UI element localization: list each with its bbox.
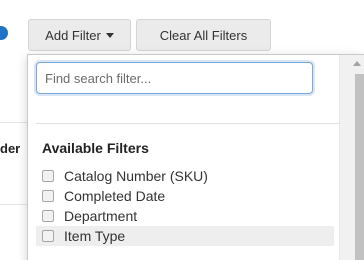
filter-dropdown: Available Filters Catalog Number (SKU) C…	[27, 54, 364, 260]
background-content: der	[0, 0, 30, 260]
filter-option-label: Department	[64, 208, 138, 224]
filter-option-department[interactable]: Department	[36, 206, 334, 226]
filter-option-completed-date[interactable]: Completed Date	[36, 186, 334, 206]
divider	[0, 204, 30, 205]
filter-option-label: Item Type	[64, 228, 126, 244]
add-filter-button[interactable]: Add Filter	[28, 19, 131, 51]
filter-option-item-type[interactable]: Item Type	[36, 226, 334, 246]
caret-down-icon	[105, 32, 114, 38]
filter-option-label: Catalog Number (SKU)	[64, 168, 208, 184]
dropdown-divider	[36, 123, 339, 124]
checkbox[interactable]	[42, 190, 54, 202]
add-filter-label: Add Filter	[45, 27, 101, 43]
info-icon[interactable]	[0, 26, 8, 40]
clear-all-filters-button[interactable]: Clear All Filters	[136, 19, 271, 51]
scrollbar-thumb[interactable]	[355, 74, 364, 260]
filter-option-catalog-number[interactable]: Catalog Number (SKU)	[36, 166, 334, 186]
checkbox[interactable]	[42, 210, 54, 222]
column-header-partial: der	[0, 141, 21, 156]
divider	[0, 122, 30, 123]
filter-list: Catalog Number (SKU) Completed Date Depa…	[36, 166, 334, 246]
clear-all-filters-label: Clear All Filters	[159, 27, 248, 43]
filter-panel-area: der Add Filter Clear All Filters Availab…	[0, 0, 364, 260]
filter-search-input[interactable]	[36, 62, 313, 94]
filter-option-label: Completed Date	[64, 188, 166, 204]
available-filters-heading: Available Filters	[42, 140, 149, 156]
dropdown-scrollbar[interactable]	[339, 55, 364, 260]
checkbox[interactable]	[42, 230, 54, 242]
scroll-up-arrow-icon[interactable]	[353, 61, 361, 66]
checkbox[interactable]	[42, 170, 54, 182]
